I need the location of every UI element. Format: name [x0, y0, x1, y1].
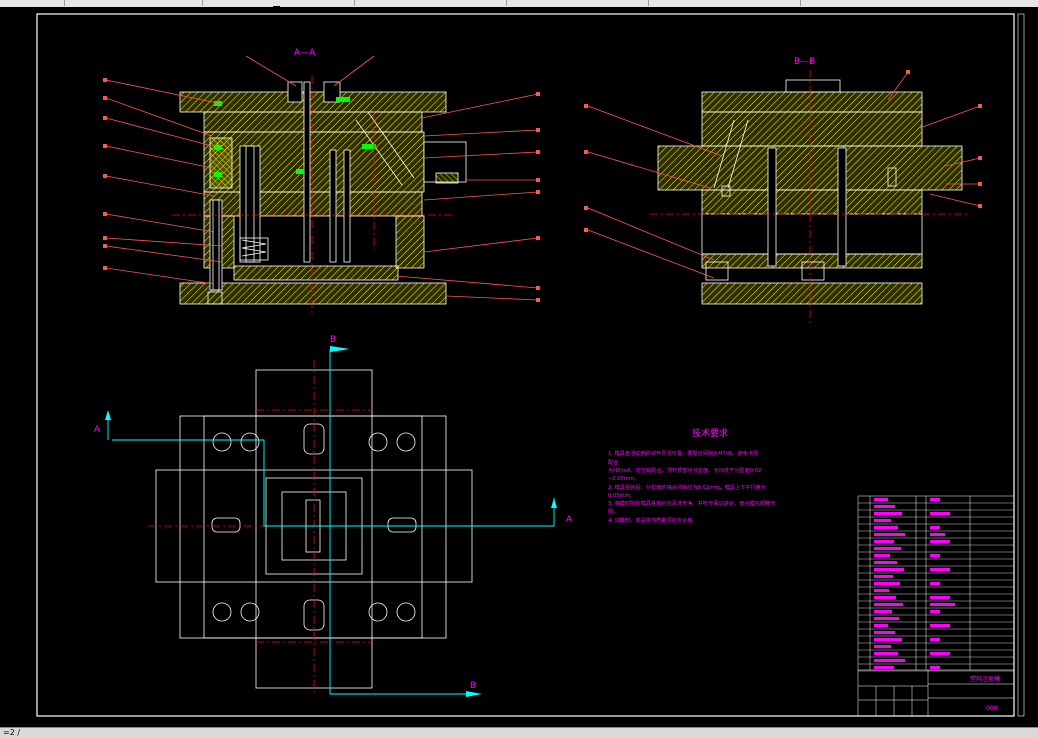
bom-row-mark	[930, 540, 950, 543]
tech-line: 为H7/m6，定位销配合，顶杆顶部与分型面，允许低于分型面0.02	[608, 466, 761, 474]
toolbar-segment[interactable]	[0, 0, 65, 6]
status-bar: =2 /	[0, 727, 1038, 738]
bom-row-mark	[874, 498, 888, 501]
tech-line: 配合	[608, 458, 619, 466]
bom-row-mark	[874, 624, 888, 627]
bom-row-mark	[874, 582, 900, 585]
tech-line: 3. 装模时所有模具各部分应清洗干净，并吹干保证进给，开合模应顺畅无	[608, 499, 775, 507]
toolbar-segment[interactable]	[508, 0, 649, 6]
bom-row-mark	[874, 666, 894, 669]
bom-row-mark	[874, 561, 897, 564]
bom-row-mark	[874, 617, 899, 620]
cad-drawing: A—A B—B B B A A 技术要求 1. 模具各活动部件动作灵活可靠，要配…	[36, 13, 1025, 717]
bom-row-mark	[930, 610, 940, 613]
section-bb-view: B—B	[584, 57, 982, 326]
section-bb-title: B—B	[794, 57, 815, 67]
bom-row-mark	[874, 533, 905, 536]
tech-line: 0.05mm。	[608, 493, 635, 499]
bom-row-mark	[874, 568, 904, 571]
bom-row-mark	[874, 645, 891, 648]
bom-row-mark	[930, 624, 950, 627]
bom-row-mark	[874, 652, 898, 655]
plan-a-left-label: A	[94, 425, 101, 435]
technical-requirements: 技术要求 1. 模具各活动部件动作灵活可靠，要配合间隙为H7/f6，避免卡阻 配…	[608, 427, 775, 524]
bom-row-mark	[930, 638, 940, 641]
tech-line: 阻。	[608, 507, 618, 515]
bom-row-mark	[874, 610, 892, 613]
outer-frame	[1017, 13, 1025, 717]
bom-row-mark	[930, 512, 950, 515]
tech-line: 2. 模具组装后，分型面的接合间隙应为0.02mm，模具上下平行度为	[608, 483, 766, 491]
plan-view: B B A A	[94, 335, 573, 697]
bom-row-mark	[874, 505, 895, 508]
bom-row-mark	[930, 533, 945, 536]
drawing-canvas[interactable]: A—A B—B B B A A 技术要求 1. 模具各活动部件动作灵活可靠，要配…	[0, 7, 1038, 727]
bom-row-mark	[874, 589, 889, 592]
bom-row-mark	[874, 596, 896, 599]
toolbar-segment[interactable]	[650, 0, 801, 6]
bom-row-mark	[874, 526, 898, 529]
bom-row-mark	[930, 666, 940, 669]
tech-line: 1. 模具各活动部件动作灵活可靠，要配合间隙为H7/f6，避免卡阻	[608, 449, 758, 457]
bom-row-mark	[874, 659, 905, 662]
bom-row-mark	[874, 631, 895, 634]
toolbar-segment[interactable]	[802, 0, 1038, 6]
bom-row-mark	[874, 575, 893, 578]
plan-a-right-label: A	[566, 515, 573, 525]
bom-row-mark	[930, 554, 940, 557]
toolbar-segment[interactable]	[66, 0, 203, 6]
tech-line: 4. 试模时，成品零件质量须达标合格。	[608, 516, 698, 524]
tech-title: 技术要求	[692, 427, 728, 439]
coordinate-readout: =2 /	[3, 728, 21, 737]
bom-row-mark	[930, 526, 940, 529]
title-block-design-name: 塑料注射模	[970, 675, 1000, 683]
bom-row-mark	[874, 554, 890, 557]
section-aa-title: A—A	[294, 48, 316, 58]
bom-row-mark	[874, 519, 891, 522]
bom-row-mark	[874, 638, 902, 641]
bom-row-mark	[874, 547, 901, 550]
bom-row-mark	[930, 603, 955, 606]
bom-row-mark	[874, 540, 894, 543]
bom-row-mark	[874, 512, 902, 515]
plan-b-top-label: B	[330, 335, 336, 345]
bom-row-mark	[874, 603, 903, 606]
bom-row-mark	[930, 596, 950, 599]
tech-line: ~0.05mm。	[608, 476, 639, 482]
bom-row-mark	[930, 498, 940, 501]
title-block: 塑料注射模 000	[857, 495, 1015, 717]
bom-row-mark	[930, 582, 940, 585]
toolbar-segment[interactable]	[356, 0, 507, 6]
section-aa-view: A—A	[103, 48, 540, 316]
bom-row-mark	[930, 568, 950, 571]
plan-b-bottom-label: B	[470, 681, 476, 691]
bom-row-mark	[930, 652, 950, 655]
title-block-drawing-no: 000	[986, 705, 998, 712]
